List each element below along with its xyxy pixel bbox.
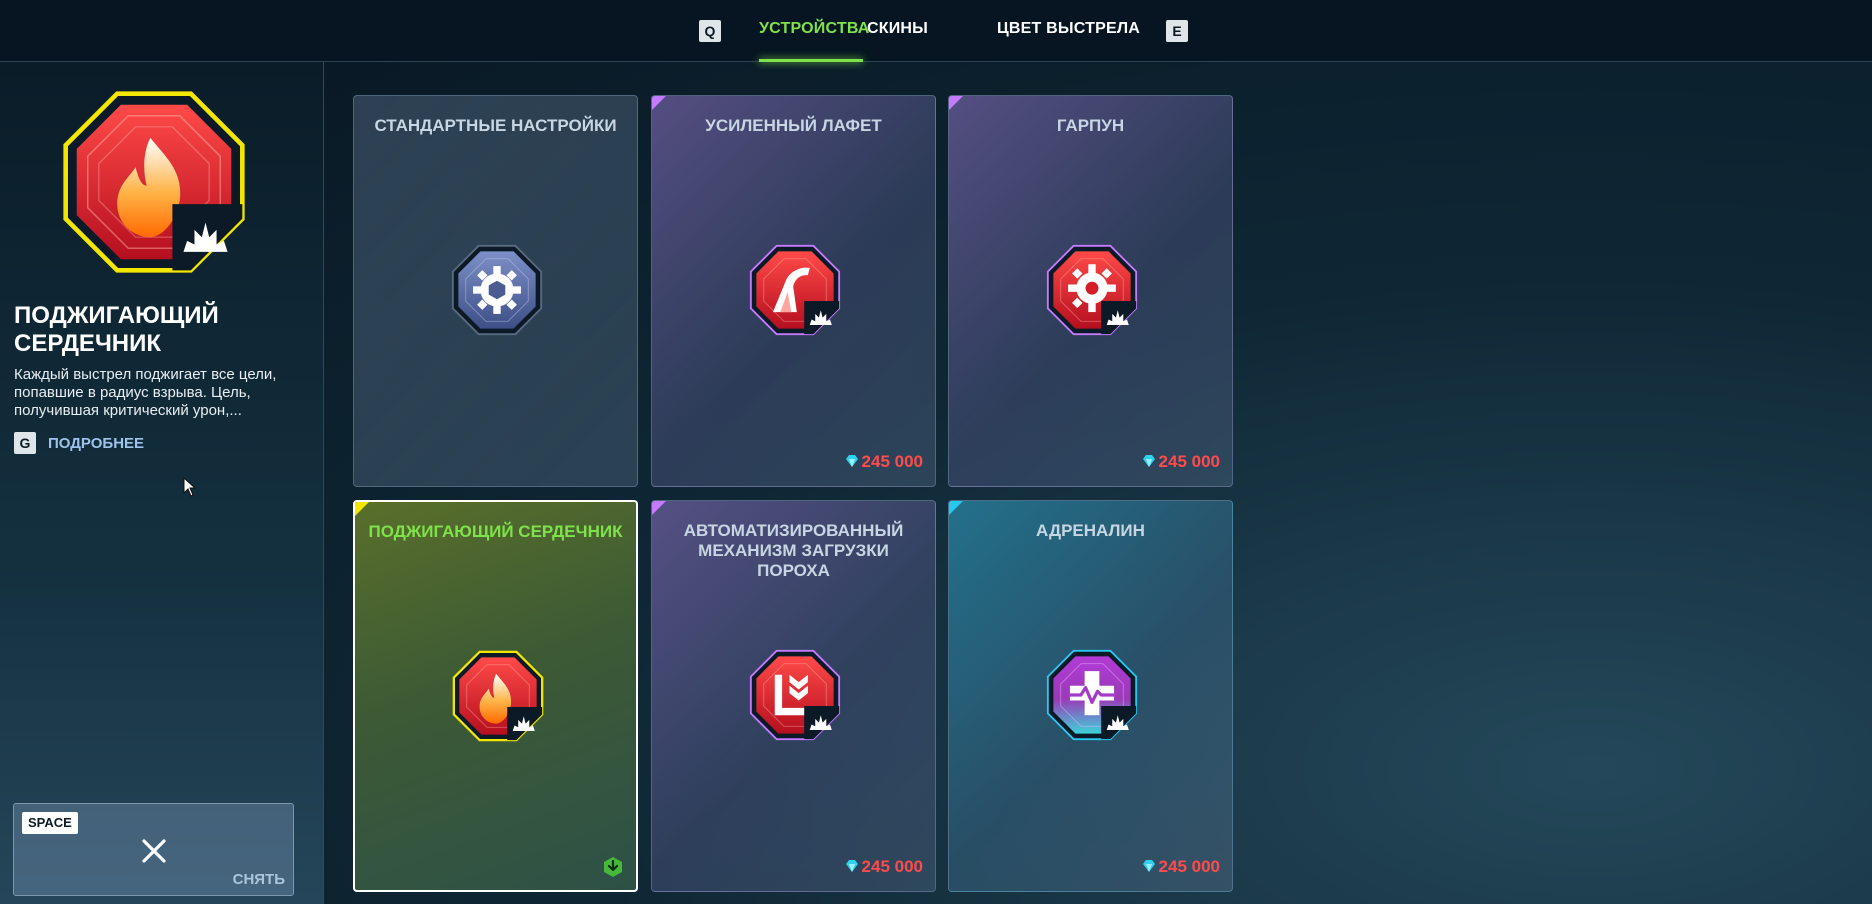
tab-devices[interactable]: УСТРОЙСТВА bbox=[759, 20, 870, 38]
harpoon-gear-icon bbox=[1046, 244, 1138, 336]
close-icon bbox=[142, 839, 166, 863]
fire-augment-icon bbox=[63, 91, 245, 273]
remove-button-label: СНЯТЬ bbox=[232, 871, 285, 888]
space-key-hint: SPACE bbox=[22, 812, 78, 834]
device-card-adrenaline[interactable]: АДРЕНАЛИН 245 000 bbox=[948, 500, 1233, 892]
device-card-auto-loader[interactable]: АВТОМАТИЗИРОВАННЫЙ МЕХАНИЗМ ЗАГРУЗКИ ПОР… bbox=[651, 500, 936, 892]
selected-item-description: Каждый выстрел поджигает все цели, попав… bbox=[14, 366, 277, 419]
device-card-standard[interactable]: СТАНДАРТНЫЕ НАСТРОЙКИ bbox=[353, 95, 638, 487]
price-tag: 245 000 bbox=[845, 857, 923, 877]
remove-button[interactable]: SPACE СНЯТЬ bbox=[13, 803, 294, 896]
price-value: 245 000 bbox=[1158, 857, 1220, 876]
tab-shot-color[interactable]: ЦВЕТ ВЫСТРЕЛА bbox=[997, 20, 1140, 38]
item-details-panel: ПОДЖИГАЮЩИЙ СЕРДЕЧНИК Каждый выстрел под… bbox=[0, 62, 324, 904]
price-tag: 245 000 bbox=[1142, 452, 1220, 472]
device-card-title: ПОДЖИГАЮЩИЙ СЕРДЕЧНИК bbox=[368, 522, 623, 541]
details-link[interactable]: ПОДРОБНЕЕ bbox=[48, 435, 144, 452]
tab-skins[interactable]: СКИНЫ bbox=[867, 20, 928, 38]
price-tag: 245 000 bbox=[845, 452, 923, 472]
device-card-title: СТАНДАРТНЫЕ НАСТРОЙКИ bbox=[374, 116, 617, 135]
fire-augment-icon bbox=[452, 650, 544, 742]
prev-tab-key-hint[interactable]: Q bbox=[699, 20, 721, 42]
reinforced-mount-icon bbox=[749, 244, 841, 336]
gem-currency-icon bbox=[845, 860, 858, 872]
price-value: 245 000 bbox=[861, 452, 923, 471]
price-value: 245 000 bbox=[1158, 452, 1220, 471]
price-tag: 245 000 bbox=[1142, 857, 1220, 877]
adrenaline-icon bbox=[1046, 649, 1138, 741]
rarity-corner bbox=[652, 96, 666, 110]
selected-item-title: ПОДЖИГАЮЩИЙ СЕРДЕЧНИК bbox=[14, 302, 219, 357]
top-navigation: Q УСТРОЙСТВА СКИНЫ ЦВЕТ ВЫСТРЕЛА E bbox=[0, 0, 1872, 62]
device-card-harpoon[interactable]: ГАРПУН 245 000 bbox=[948, 95, 1233, 487]
gem-currency-icon bbox=[1142, 455, 1155, 467]
mouse-cursor-icon bbox=[183, 477, 197, 497]
rarity-corner bbox=[652, 501, 666, 515]
device-card-title: АДРЕНАЛИН bbox=[1036, 521, 1145, 540]
device-card-title: АВТОМАТИЗИРОВАННЫЙ МЕХАНИЗМ ЗАГРУЗКИ ПОР… bbox=[683, 521, 904, 580]
device-card-incendiary-core[interactable]: ПОДЖИГАЮЩИЙ СЕРДЕЧНИК bbox=[353, 500, 638, 892]
standard-gear-icon bbox=[451, 244, 543, 336]
active-tab-indicator bbox=[759, 59, 863, 62]
equipped-badge-icon bbox=[604, 857, 622, 877]
gem-currency-icon bbox=[845, 455, 858, 467]
rarity-corner bbox=[949, 96, 963, 110]
device-card-title: ГАРПУН bbox=[1056, 116, 1125, 135]
auto-loader-icon bbox=[749, 649, 841, 741]
rarity-corner bbox=[949, 501, 963, 515]
device-card-title: УСИЛЕННЫЙ ЛАФЕТ bbox=[705, 116, 882, 135]
next-tab-key-hint[interactable]: E bbox=[1166, 20, 1188, 42]
gem-currency-icon bbox=[1142, 860, 1155, 872]
rarity-corner bbox=[355, 502, 369, 516]
price-value: 245 000 bbox=[861, 857, 923, 876]
device-card-reinforced-mount[interactable]: УСИЛЕННЫЙ ЛАФЕТ 245 000 bbox=[651, 95, 936, 487]
details-key-hint[interactable]: G bbox=[14, 432, 36, 454]
